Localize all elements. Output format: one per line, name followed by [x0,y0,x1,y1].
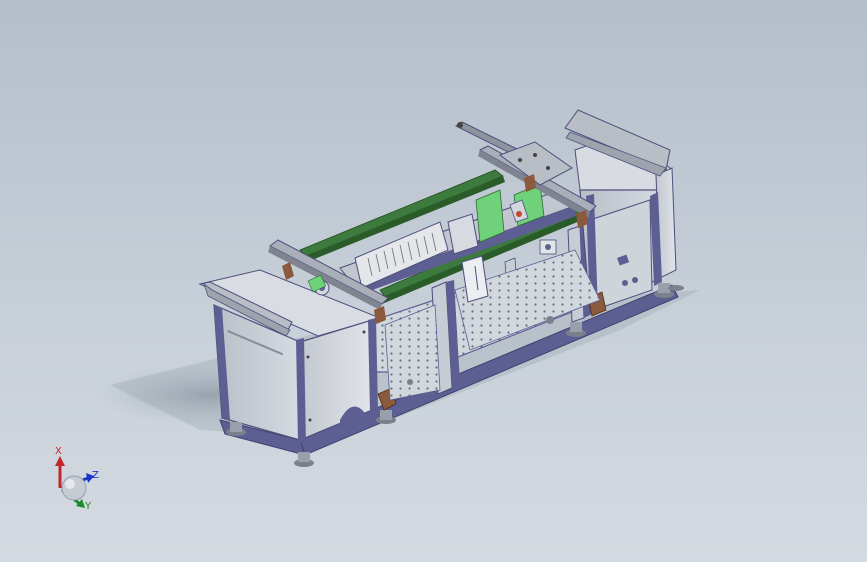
machine-assembly-model[interactable] [0,0,867,562]
z-axis-label: Z [92,470,99,481]
x-axis-label: X [55,446,62,457]
cad-viewport[interactable]: X Z Y [0,0,867,562]
y-axis-label: Y [85,501,92,512]
coordinate-triad: X Z Y [44,442,114,518]
